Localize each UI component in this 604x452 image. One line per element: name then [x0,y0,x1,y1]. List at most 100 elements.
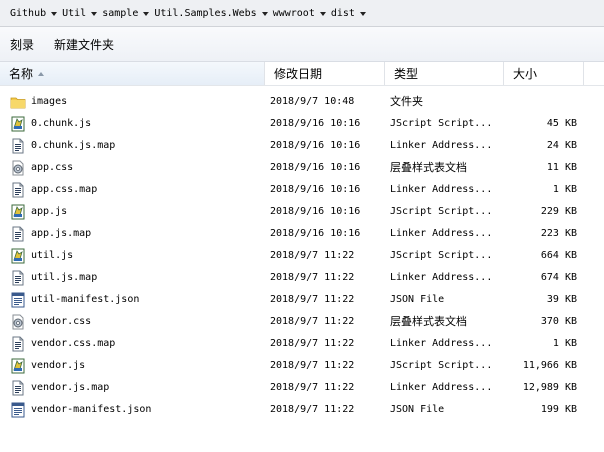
json-file-icon [10,402,26,418]
file-row[interactable]: util.js.map 2018/9/7 11:22 Linker Address.… [0,267,604,289]
file-name: util.js.map [31,272,98,283]
breadcrumb-item-label: Github [10,7,47,19]
file-row[interactable]: vendor.js 2018/9/7 11:22 JScript Script...… [0,355,604,377]
file-type: Linker Address... [390,338,493,349]
file-size: 1 KB [552,184,577,195]
map-file-icon [10,182,26,198]
file-name: vendor.css.map [31,338,116,349]
file-modified-date: 2018/9/16 10:16 [270,228,361,239]
file-type: 层叠样式表文档 [390,161,467,174]
column-headers: 名称 修改日期 类型 大小 [0,62,604,86]
json-file-icon [10,292,26,308]
file-name: app.css.map [31,184,98,195]
file-modified-date: 2018/9/7 11:22 [270,404,355,415]
breadcrumb-item-util-samples-webs[interactable]: Util.Samples.Webs [152,8,270,19]
file-type: JScript Script... [390,250,493,261]
file-row[interactable]: app.css 2018/9/16 10:16 层叠样式表文档 11 KB [0,157,604,179]
file-modified-date: 2018/9/7 11:22 [270,338,355,349]
breadcrumb-item-wwwroot[interactable]: wwwroot [271,8,329,19]
file-modified-date: 2018/9/16 10:16 [270,118,361,129]
file-name: 0.chunk.js [31,118,92,129]
file-name: 0.chunk.js.map [31,140,116,151]
chevron-down-icon[interactable] [143,11,150,16]
chevron-down-icon[interactable] [359,11,366,16]
column-header-size[interactable]: 大小 [504,62,584,85]
breadcrumb-item-github[interactable]: Github [8,8,60,19]
breadcrumb-item-util[interactable]: Util [60,8,100,19]
file-type: JSON File [390,294,445,305]
file-type: Linker Address... [390,228,493,239]
column-header-date[interactable]: 修改日期 [265,62,385,85]
file-name: vendor.js [31,360,86,371]
file-row[interactable]: util.js 2018/9/7 11:22 JScript Script... 66… [0,245,604,267]
file-modified-date: 2018/9/7 10:48 [270,96,355,107]
map-file-icon [10,336,26,352]
file-row[interactable]: util-manifest.json 2018/9/7 11:22 JSON Fil… [0,289,604,311]
breadcrumb-item-sample[interactable]: sample [100,8,152,19]
file-modified-date: 2018/9/7 11:22 [270,316,355,327]
breadcrumb-item-label: Util [62,7,87,19]
jscript-file-icon [10,358,26,374]
chevron-down-icon[interactable] [261,11,268,16]
file-modified-date: 2018/9/16 10:16 [270,206,361,217]
jscript-file-icon [10,116,26,132]
column-header-label: 类型 [394,67,419,81]
file-row[interactable]: vendor-manifest.json 2018/9/7 11:22 JSON F… [0,399,604,421]
file-size: 1 KB [552,338,577,349]
breadcrumb-item-label: sample [102,7,139,19]
breadcrumb: Github Util sample Util.Samples.Webs www… [0,0,604,27]
chevron-down-icon[interactable] [51,11,58,16]
file-row[interactable]: vendor.css 2018/9/7 11:22 层叠样式表文档 370 KB [0,311,604,333]
column-header-name[interactable]: 名称 [0,62,265,85]
column-header-label: 修改日期 [274,67,323,81]
file-modified-date: 2018/9/16 10:16 [270,162,361,173]
file-type: JSON File [390,404,445,415]
map-file-icon [10,138,26,154]
file-size: 12,989 KB [522,382,577,393]
breadcrumb-item-label: Util.Samples.Webs [154,7,257,19]
sort-ascending-icon [38,71,45,76]
file-size: 229 KB [540,206,577,217]
file-row[interactable]: app.js.map 2018/9/16 10:16 Linker Address.… [0,223,604,245]
file-size: 370 KB [540,316,577,327]
file-type: 文件夹 [390,95,423,108]
file-row[interactable]: 0.chunk.js 2018/9/16 10:16 JScript Script.… [0,113,604,135]
breadcrumb-item-dist[interactable]: dist [329,8,369,19]
file-size: 24 KB [546,140,577,151]
file-name: vendor.css [31,316,92,327]
file-modified-date: 2018/9/7 11:22 [270,272,355,283]
css-file-icon [10,314,26,330]
file-modified-date: 2018/9/7 11:22 [270,382,355,393]
file-row[interactable]: app.css.map 2018/9/16 10:16 Linker Address… [0,179,604,201]
file-name: util-manifest.json [31,294,140,305]
file-name: app.css [31,162,74,173]
file-type: JScript Script... [390,118,493,129]
file-type: JScript Script... [390,360,493,371]
file-row[interactable]: app.js 2018/9/16 10:16 JScript Script... 22… [0,201,604,223]
file-row[interactable]: vendor.css.map 2018/9/7 11:22 Linker Addre… [0,333,604,355]
file-name: util.js [31,250,74,261]
file-row[interactable]: 0.chunk.js.map 2018/9/16 10:16 Linker Addr… [0,135,604,157]
file-type: JScript Script... [390,206,493,217]
file-size [505,91,577,113]
file-modified-date: 2018/9/16 10:16 [270,184,361,195]
file-size: 39 KB [546,294,577,305]
file-modified-date: 2018/9/7 11:22 [270,250,355,261]
file-size: 223 KB [540,228,577,239]
file-row[interactable]: images 2018/9/7 10:48 文件夹 [0,91,604,113]
folder-icon [10,94,26,110]
column-header-type[interactable]: 类型 [385,62,504,85]
file-name: app.js [31,206,68,217]
breadcrumb-item-label: dist [330,7,355,19]
file-size: 664 KB [540,250,577,261]
new-folder-button[interactable]: 新建文件夹 [44,32,124,57]
map-file-icon [10,270,26,286]
chevron-down-icon[interactable] [319,11,326,16]
file-name: vendor-manifest.json [31,404,152,415]
chevron-down-icon[interactable] [91,11,98,16]
file-name: images [31,96,68,107]
file-size: 11,966 KB [522,360,577,371]
file-type: Linker Address... [390,272,493,283]
file-row[interactable]: vendor.js.map 2018/9/7 11:22 Linker Addres… [0,377,604,399]
burn-button[interactable]: 刻录 [0,32,44,57]
